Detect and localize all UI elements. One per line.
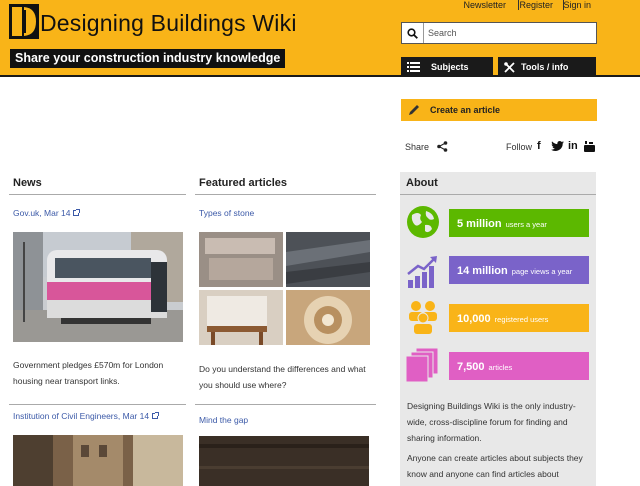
- divider: [195, 194, 376, 195]
- logo-icon[interactable]: [9, 4, 39, 39]
- search-input[interactable]: [428, 25, 592, 41]
- featured-item-image[interactable]: [199, 232, 370, 345]
- about-heading: About: [406, 177, 438, 189]
- news-item-source: Gov.uk, Mar 14: [13, 208, 71, 218]
- featured-heading: Featured articles: [199, 177, 288, 189]
- stat-number: 5 million: [457, 218, 502, 230]
- stat-registered-users: 10,000 registered users: [449, 304, 589, 332]
- divider: [400, 194, 596, 195]
- tools-info-label: Tools / info: [521, 62, 569, 72]
- stat-users: 5 million users a year: [449, 209, 589, 237]
- list-icon: [407, 62, 420, 72]
- featured-item-summary: Do you understand the differences and wh…: [199, 364, 366, 390]
- divider: [195, 404, 376, 405]
- create-article-button[interactable]: Create an article: [401, 99, 597, 121]
- search-box: [401, 22, 597, 44]
- featured-item-title[interactable]: Types of stone: [199, 208, 254, 218]
- news-item-image[interactable]: [13, 435, 183, 486]
- divider: [9, 194, 186, 195]
- about-panel: About 5 million users a year 14 million pa…: [400, 172, 596, 486]
- street-photo: [13, 435, 183, 486]
- tools-info-button[interactable]: Tools / info: [498, 57, 596, 77]
- slate-photo: [286, 232, 370, 287]
- register-link[interactable]: Register: [519, 0, 553, 10]
- stat-page-views: 14 million page views a year: [449, 256, 589, 284]
- facebook-icon[interactable]: f: [537, 140, 541, 152]
- about-description: Designing Buildings Wiki is the only ind…: [407, 401, 576, 443]
- news-item-image[interactable]: [13, 232, 183, 342]
- growth-chart-icon: [407, 256, 437, 288]
- twitter-icon[interactable]: [551, 141, 564, 152]
- tools-icon: [504, 62, 515, 73]
- subjects-label: Subjects: [431, 62, 469, 72]
- search-button[interactable]: [402, 23, 424, 43]
- divider: [9, 404, 186, 405]
- newsletter-link[interactable]: Newsletter: [463, 0, 506, 10]
- stat-label: registered users: [494, 315, 549, 324]
- external-link-icon: [152, 412, 160, 419]
- site-header: Designing Buildings Wiki Share your cons…: [0, 0, 640, 77]
- featured-item-image[interactable]: [199, 436, 369, 486]
- stat-label: page views a year: [511, 267, 573, 276]
- featured-item-title[interactable]: Mind the gap: [199, 415, 248, 425]
- stat-number: 7,500: [457, 361, 485, 373]
- sign-in-link[interactable]: Sign in: [563, 0, 591, 10]
- site-tagline: Share your construction industry knowled…: [10, 49, 286, 68]
- stat-articles: 7,500 articles: [449, 352, 589, 380]
- news-heading: News: [13, 177, 42, 189]
- search-icon: [407, 27, 418, 39]
- dome-photo: [286, 290, 370, 345]
- pencil-icon: [409, 105, 419, 115]
- create-article-label: Create an article: [430, 105, 501, 115]
- follow-label: Follow: [506, 142, 533, 152]
- stat-label: users a year: [505, 220, 547, 229]
- news-item-source-link[interactable]: Institution of Civil Engineers, Mar 14: [13, 411, 160, 421]
- pages-icon: [406, 348, 439, 382]
- about-description: Anyone can create articles about subject…: [407, 453, 583, 486]
- news-item-summary: Government pledges £570m for London hous…: [13, 360, 164, 386]
- stat-number: 10,000: [457, 313, 491, 325]
- stat-number: 14 million: [457, 265, 508, 277]
- globe-icon: [407, 206, 439, 238]
- subjects-button[interactable]: Subjects: [401, 57, 493, 77]
- linkedin-icon[interactable]: in: [568, 140, 578, 152]
- marble-table-photo: [199, 290, 283, 345]
- share-icon[interactable]: [437, 141, 448, 152]
- site-title[interactable]: Designing Buildings Wiki: [40, 10, 297, 37]
- stat-label: articles: [488, 363, 513, 372]
- share-label: Share: [405, 142, 430, 152]
- news-item-source: Institution of Civil Engineers, Mar 14: [13, 411, 150, 421]
- tram-photo: [13, 232, 183, 342]
- stone-photo: [199, 232, 283, 287]
- gap-photo: [199, 436, 369, 486]
- users-icon: [409, 301, 437, 334]
- external-link-icon: [73, 209, 81, 216]
- news-item-source-link[interactable]: Gov.uk, Mar 14: [13, 208, 81, 218]
- youtube-icon[interactable]: [584, 141, 595, 152]
